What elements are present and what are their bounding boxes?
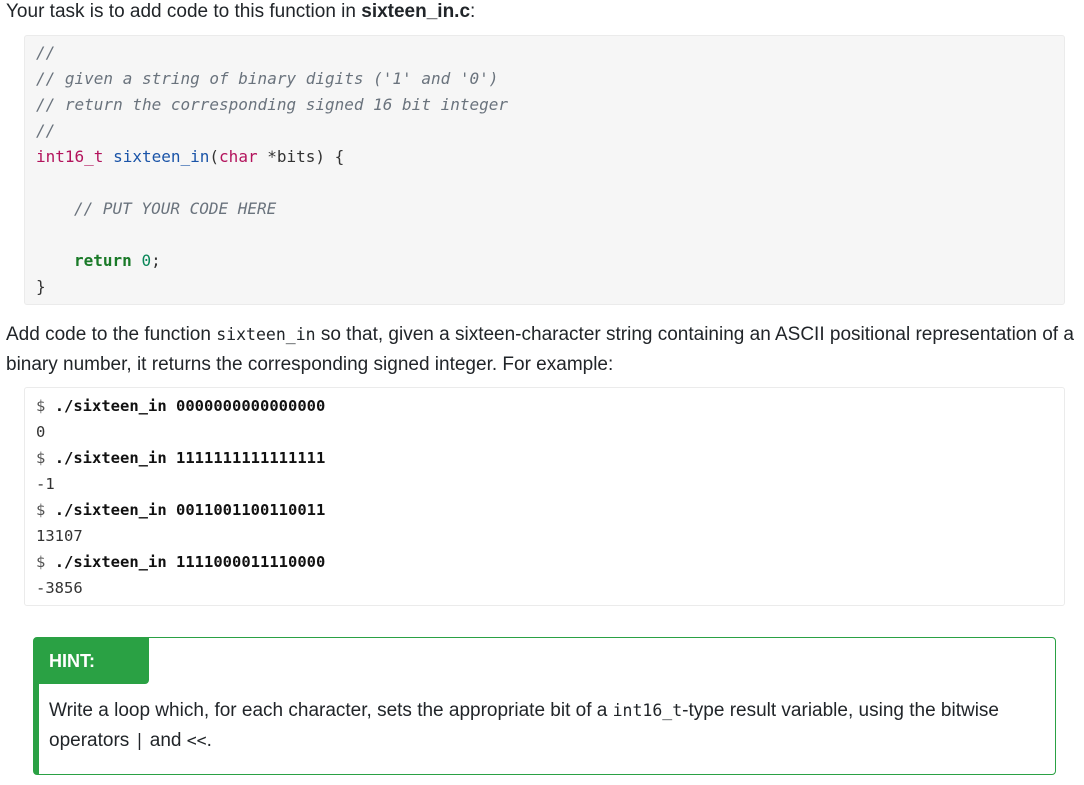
task-description: Add code to the function sixteen_in so t…	[6, 320, 1084, 380]
shell-prompt: $	[36, 449, 46, 467]
inline-code-type: int16_t	[612, 701, 683, 720]
terminal-command-line: $ ./sixteen_in 0000000000000000	[36, 393, 325, 419]
intro-suffix: :	[470, 1, 476, 22]
example-terminal: $ ./sixteen_in 0000000000000000 0 $ ./si…	[24, 387, 1065, 606]
return-semicolon: ;	[151, 251, 161, 270]
code-comment-line: //	[36, 43, 56, 62]
return-statement: return 0;	[74, 248, 161, 274]
code-comment-line: //	[36, 121, 56, 140]
terminal-command-line: $ ./sixteen_in 1111000011110000	[36, 549, 325, 575]
terminal-output: -3856	[36, 579, 83, 597]
terminal-command: ./sixteen_in 1111111111111111	[54, 449, 326, 467]
hint-end: .	[206, 730, 212, 751]
hint-and: and	[144, 730, 187, 751]
intro-prefix: Your task is to add code to this functio…	[6, 1, 362, 22]
shell-prompt: $	[36, 501, 46, 519]
intro-filename: sixteen_in.c	[361, 1, 471, 22]
code-comment-line: // return the corresponding signed 16 bi…	[36, 95, 509, 114]
code-block: // // given a string of binary digits ('…	[24, 35, 1065, 305]
terminal-command: ./sixteen_in 1111000011110000	[54, 553, 326, 571]
terminal-command-line: $ ./sixteen_in 0011001100110011	[36, 497, 325, 523]
terminal-output: 13107	[36, 527, 83, 545]
task-intro: Your task is to add code to this functio…	[6, 0, 475, 24]
shell-prompt: $	[36, 397, 46, 415]
inline-code-or: |	[134, 731, 145, 750]
hint-badge: HINT:	[39, 638, 149, 684]
hint-text: Write a loop which, for each character, …	[49, 696, 1049, 756]
hint-before: Write a loop which, for each character, …	[49, 700, 613, 721]
body-comment: // PUT YOUR CODE HERE	[74, 199, 277, 218]
terminal-command: ./sixteen_in 0011001100110011	[54, 501, 326, 519]
function-signature: int16_t sixteen_in(char *bits) {	[36, 144, 344, 170]
closing-brace: }	[36, 277, 46, 296]
function-name: sixteen_in	[113, 147, 210, 166]
description-before: Add code to the function	[6, 324, 217, 345]
hint-box: HINT: Write a loop which, for each chara…	[33, 637, 1056, 775]
terminal-output: 0	[36, 423, 46, 441]
open-paren: (	[209, 147, 220, 166]
terminal-output: -1	[36, 475, 55, 493]
code-comment-line: // given a string of binary digits ('1' …	[36, 69, 499, 88]
return-type: int16_t	[36, 147, 104, 166]
param-type: char	[219, 147, 258, 166]
terminal-command: ./sixteen_in 0000000000000000	[54, 397, 326, 415]
terminal-command-line: $ ./sixteen_in 1111111111111111	[36, 445, 325, 471]
inline-code-function: sixteen_in	[216, 325, 316, 344]
return-value: 0	[141, 251, 152, 270]
shell-prompt: $	[36, 553, 46, 571]
inline-code-shift: <<	[186, 731, 207, 750]
param-rest: *bits) {	[257, 147, 345, 166]
return-keyword: return	[74, 251, 132, 270]
